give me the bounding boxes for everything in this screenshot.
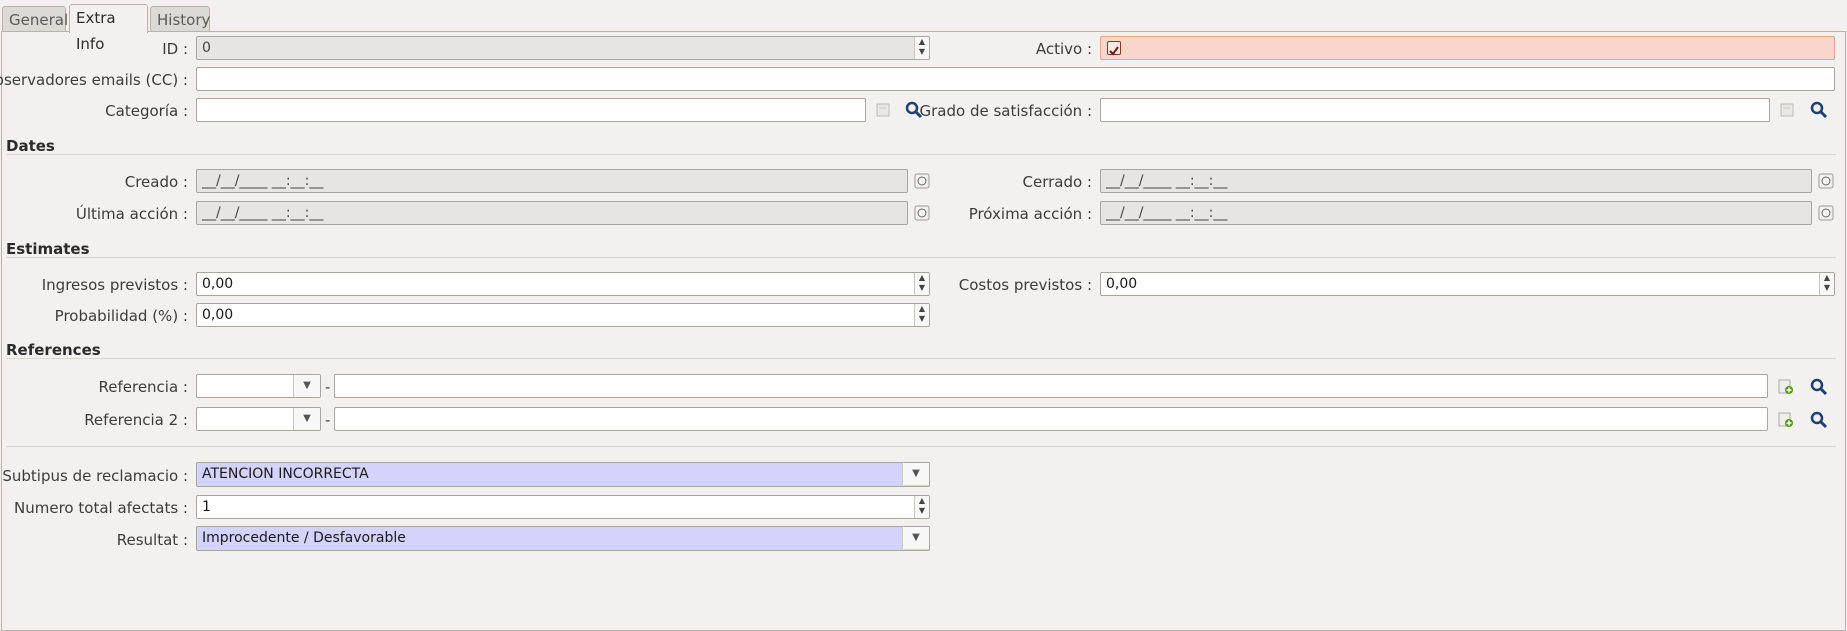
section-divider [6,358,1836,359]
open-record-icon[interactable] [1778,101,1796,119]
ingresos-value: 0,00 [202,276,234,292]
ingresos-spinner[interactable]: ▲ ▼ [914,273,929,295]
subtipus-value: ATENCION INCORRECTA [202,466,369,482]
costos-value: 0,00 [1106,276,1138,292]
references-section-title: References [6,341,101,359]
section-divider [6,154,1836,155]
referencia-separator: - [325,378,331,396]
categoria-label: Categoría : [105,102,188,120]
chevron-down-icon[interactable]: ▼ [902,463,929,485]
tab-extra-info[interactable]: Extra Info [69,4,148,53]
numero-afectats-input[interactable]: 1 ▲ ▼ [196,495,930,519]
activo-checkbox[interactable] [1107,41,1121,56]
referencia-label: Referencia : [98,378,189,396]
activo-label: Activo : [1035,40,1092,58]
search-icon[interactable] [1810,411,1828,429]
activo-checkbox-field[interactable] [1100,36,1835,60]
numero-afectats-spinner[interactable]: ▲ ▼ [914,496,929,518]
cerrado-label: Cerrado : [1022,173,1093,191]
referencia-2-input[interactable] [334,407,1768,431]
observadores-input[interactable] [196,67,1835,91]
chevron-down-icon[interactable]: ▼ [293,375,320,397]
creado-label: Creado : [124,173,188,191]
probabilidad-value: 0,00 [202,307,234,323]
grado-label: Grado de satisfacción : [919,102,1092,120]
resultat-value: Improcedente / Desfavorable [202,530,406,546]
costos-spinner[interactable]: ▲ ▼ [1819,273,1834,295]
ultima-accion-label: Última acción : [75,205,188,223]
resultat-select[interactable]: Improcedente / Desfavorable ▼ [196,526,930,551]
proxima-accion-label: Próxima acción : [968,205,1092,223]
proxima-accion-field[interactable]: __/__/____ __:__:__ [1100,201,1812,225]
numero-afectats-label: Numero total afectats : [14,499,188,517]
estimates-section-title: Estimates [6,240,90,258]
numero-afectats-value: 1 [202,499,211,515]
ingresos-label: Ingresos previstos : [41,276,188,294]
new-record-icon[interactable] [1777,411,1795,429]
search-icon[interactable] [1810,378,1828,396]
grado-input[interactable] [1100,98,1770,122]
clock-icon[interactable] [1818,173,1834,189]
cerrado-field[interactable]: __/__/____ __:__:__ [1100,169,1812,193]
id-spinner[interactable]: ▲ ▼ [914,37,929,59]
chevron-down-icon[interactable]: ▼ [902,527,929,549]
creado-field[interactable]: __/__/____ __:__:__ [196,169,908,193]
resultat-label: Resultat : [116,531,188,549]
costos-label: Costos previstos : [958,276,1092,294]
tab-history[interactable]: History [150,6,210,32]
section-divider [6,446,1836,447]
clock-icon[interactable] [914,205,930,221]
costos-input[interactable]: 0,00 ▲ ▼ [1100,272,1835,296]
id-value: 0 [202,40,211,56]
search-icon[interactable] [1810,101,1828,119]
ultima-accion-field[interactable]: __/__/____ __:__:__ [196,201,908,225]
dates-section-title: Dates [6,137,55,155]
subtipus-label: Subtipus de reclamacio : [2,467,188,485]
checkmark-icon [1109,46,1119,56]
section-divider [6,257,1836,258]
referencia-2-separator: - [325,411,331,429]
referencia-model-select[interactable]: ▼ [196,374,321,398]
id-label: ID : [162,40,188,58]
open-record-icon[interactable] [874,101,892,119]
probabilidad-label: Probabilidad (%) : [54,307,188,325]
clock-icon[interactable] [1818,205,1834,221]
chevron-down-icon[interactable]: ▼ [293,408,320,430]
probabilidad-spinner[interactable]: ▲ ▼ [914,304,929,326]
categoria-input[interactable] [196,98,866,122]
referencia-input[interactable] [334,374,1768,398]
probabilidad-input[interactable]: 0,00 ▲ ▼ [196,303,930,327]
ingresos-input[interactable]: 0,00 ▲ ▼ [196,272,930,296]
referencia-2-model-select[interactable]: ▼ [196,407,321,431]
clock-icon[interactable] [914,173,930,189]
referencia-2-label: Referencia 2 : [84,411,188,429]
observadores-label: Observadores emails (CC) : [0,71,188,89]
id-field[interactable]: 0 ▲ ▼ [196,36,930,60]
subtipus-select[interactable]: ATENCION INCORRECTA ▼ [196,462,930,487]
tab-general[interactable]: General [2,6,68,32]
new-record-icon[interactable] [1777,378,1795,396]
